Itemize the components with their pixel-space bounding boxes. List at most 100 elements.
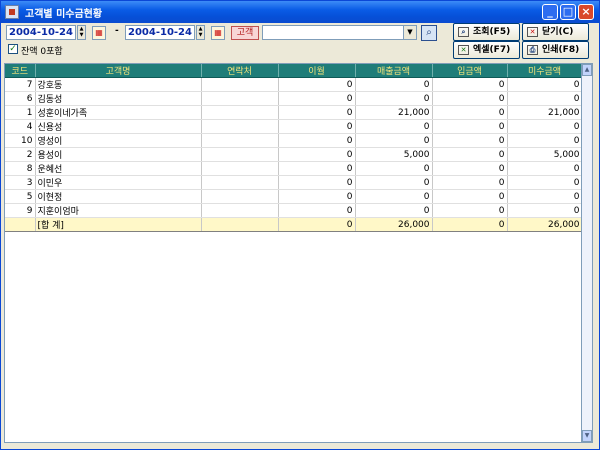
maximize-icon: □ xyxy=(562,5,574,18)
cell-sales: 5,000 xyxy=(355,147,433,162)
table-row[interactable]: 9 지훈이엄마 0 0 0 0 xyxy=(5,203,583,218)
cell-received: 0 xyxy=(432,175,508,190)
cell-name: 용성이 xyxy=(35,147,202,162)
date-to-input[interactable]: 2004-10-24 xyxy=(125,25,195,40)
date-from-calendar-button[interactable]: ▦ xyxy=(92,26,106,40)
column-header[interactable]: 입금액 xyxy=(432,64,508,78)
cell-sales: 0 xyxy=(355,91,433,106)
chevron-down-icon[interactable]: ▼ xyxy=(403,26,416,39)
column-header[interactable]: 미수금액 xyxy=(507,64,583,78)
scroll-up-button[interactable]: ▲ xyxy=(582,64,592,76)
include-zero-label: 잔액 0포함 xyxy=(21,47,63,57)
table-total-row: [합 계] 0 26,000 0 26,000 xyxy=(5,217,583,232)
calendar-icon: ▦ xyxy=(214,28,222,37)
maximize-button[interactable]: □ xyxy=(560,4,576,20)
scroll-down-button[interactable]: ▼ xyxy=(582,430,592,442)
customer-select[interactable]: ▼ xyxy=(262,25,417,40)
cell-code: 6 xyxy=(5,91,36,106)
cell-name: 이민우 xyxy=(35,175,202,190)
app-icon xyxy=(5,5,19,19)
app-window: 고객별 미수금현황 _ □ × 2004-10-24 ▲ ▼ ▦ - 2004-1… xyxy=(0,0,600,450)
cell-code: 8 xyxy=(5,161,36,176)
cell-name: 이현정 xyxy=(35,189,202,204)
customer-button[interactable]: 고객 xyxy=(231,26,259,40)
close-window-button[interactable]: × xyxy=(578,4,594,20)
cell-outstanding: 0 xyxy=(507,189,583,204)
cell-sales: 0 xyxy=(355,203,433,218)
cell-received: 0 xyxy=(432,119,508,134)
cell-code: 9 xyxy=(5,203,36,218)
cell-carry: 0 xyxy=(278,91,356,106)
print-icon: ⎙ xyxy=(527,45,538,55)
excel-button[interactable]: ✕ 엑셀(F7) xyxy=(453,41,520,59)
receivables-grid[interactable]: 코드 고객명 연락처 이월 매출금액 입금액 미수금액 7 강호동 0 0 0 0 6 김동성… xyxy=(4,63,593,443)
cell-sales: 0 xyxy=(355,175,433,190)
cell-total-outstanding: 26,000 xyxy=(507,217,583,232)
cell-carry: 0 xyxy=(278,77,356,92)
table-row[interactable]: 1 성훈이네가족 0 21,000 0 21,000 xyxy=(5,105,583,120)
cell-total-label: [합 계] xyxy=(35,217,202,232)
close-button[interactable]: ✕ 닫기(C) xyxy=(522,23,589,41)
table-row[interactable]: 6 김동성 0 0 0 0 xyxy=(5,91,583,106)
column-header[interactable]: 연락처 xyxy=(201,64,279,78)
table-row[interactable]: 4 신용성 0 0 0 0 xyxy=(5,119,583,134)
minimize-button[interactable]: _ xyxy=(542,4,558,20)
column-header[interactable]: 고객명 xyxy=(35,64,202,78)
date-from-input[interactable]: 2004-10-24 xyxy=(6,25,76,40)
window-title: 고객별 미수금현황 xyxy=(25,9,103,20)
cell-outstanding: 0 xyxy=(507,91,583,106)
column-header[interactable]: 코드 xyxy=(5,64,36,78)
cell-name: 운혜선 xyxy=(35,161,202,176)
excel-icon: ✕ xyxy=(458,45,469,55)
cell-carry: 0 xyxy=(278,105,356,120)
cell-code: 4 xyxy=(5,119,36,134)
cell-sales: 21,000 xyxy=(355,105,433,120)
cell-total-sales: 26,000 xyxy=(355,217,433,232)
cell-total-carry: 0 xyxy=(278,217,356,232)
cell-name: 신용성 xyxy=(35,119,202,134)
table-row[interactable]: 10 영성이 0 0 0 0 xyxy=(5,133,583,148)
cell-received: 0 xyxy=(432,77,508,92)
cell-phone xyxy=(201,203,279,218)
close-x-icon: ✕ xyxy=(527,27,538,37)
cell-carry: 0 xyxy=(278,189,356,204)
cell-outstanding: 0 xyxy=(507,203,583,218)
query-button[interactable]: ⌕ 조회(F5) xyxy=(453,23,520,41)
cell-phone xyxy=(201,91,279,106)
minimize-icon: _ xyxy=(547,5,553,18)
cell-sales: 0 xyxy=(355,119,433,134)
cell-outstanding: 21,000 xyxy=(507,105,583,120)
search-button[interactable]: ⌕ xyxy=(421,25,437,41)
print-button[interactable]: ⎙ 인쇄(F8) xyxy=(522,41,589,59)
table-row[interactable]: 5 이현정 0 0 0 0 xyxy=(5,189,583,204)
column-header[interactable]: 이월 xyxy=(278,64,356,78)
cell-carry: 0 xyxy=(278,133,356,148)
cell-outstanding: 0 xyxy=(507,161,583,176)
cell-outstanding: 0 xyxy=(507,77,583,92)
calendar-icon: ▦ xyxy=(95,28,103,37)
cell-received: 0 xyxy=(432,91,508,106)
date-to-calendar-button[interactable]: ▦ xyxy=(211,26,225,40)
table-header-row: 코드 고객명 연락처 이월 매출금액 입금액 미수금액 xyxy=(5,64,583,78)
cell-code: 1 xyxy=(5,105,36,120)
cell-phone xyxy=(201,189,279,204)
column-header[interactable]: 매출금액 xyxy=(355,64,433,78)
table-row[interactable]: 3 이민우 0 0 0 0 xyxy=(5,175,583,190)
cell-name: 성훈이네가족 xyxy=(35,105,202,120)
cell-received: 0 xyxy=(432,105,508,120)
cell-code: 2 xyxy=(5,147,36,162)
cell-carry: 0 xyxy=(278,147,356,162)
cell-total-code xyxy=(5,217,36,232)
cell-sales: 0 xyxy=(355,189,433,204)
date-from-spinner[interactable]: ▲ ▼ xyxy=(77,25,86,40)
table-row[interactable]: 7 강호동 0 0 0 0 xyxy=(5,77,583,92)
table-row[interactable]: 2 용성이 0 5,000 0 5,000 xyxy=(5,147,583,162)
cell-received: 0 xyxy=(432,147,508,162)
table-row[interactable]: 8 운혜선 0 0 0 0 xyxy=(5,161,583,176)
title-bar[interactable]: 고객별 미수금현황 _ □ × xyxy=(1,1,599,23)
date-to-spinner[interactable]: ▲ ▼ xyxy=(196,25,205,40)
vertical-scrollbar[interactable]: ▲ ▼ xyxy=(581,63,593,443)
include-zero-checkbox[interactable]: ✓ xyxy=(8,44,18,54)
cell-received: 0 xyxy=(432,161,508,176)
cell-code: 7 xyxy=(5,77,36,92)
